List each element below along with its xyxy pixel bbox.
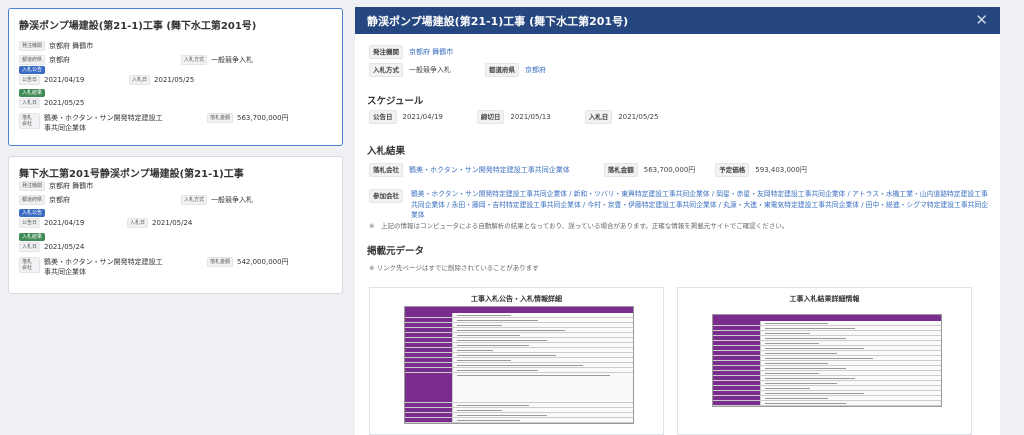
method-tag: 入札方式	[181, 55, 208, 65]
card-title[interactable]: 舞下水工第201号静渓ポンプ場建設(第21-1)工事	[19, 165, 244, 180]
result-badge: 入札結果	[19, 89, 46, 97]
agency-value: 京都府 舞鶴市	[49, 42, 94, 50]
result-badge: 入札結果	[19, 233, 46, 241]
notice-date-tag: 公告日	[19, 218, 41, 228]
agency-link[interactable]: 京都府 舞鶴市	[409, 47, 453, 57]
result-date-value: 2021/05/25	[44, 99, 85, 107]
method-value: 一般競争入札	[211, 196, 254, 204]
result-date-tag: 入札日	[19, 242, 41, 252]
notice-date-value: 2021/04/19	[44, 219, 85, 227]
bid-date-tag: 入札日	[129, 75, 151, 85]
result-card-2[interactable]: 舞下水工第201号静渓ポンプ場建設(第21-1)工事 発注機関 京都府 舞鶴市 都…	[8, 156, 343, 294]
deadline-value: 2021/05/13	[510, 113, 551, 121]
deadline-tag: 締切日	[476, 110, 505, 124]
thumbnail-title: 工事入札結果詳細情報	[789, 295, 860, 303]
winner-link[interactable]: 鶴美・ホクタン・サン開発特定建設工事共同企業体	[409, 165, 570, 175]
participants-links[interactable]: 鶴美・ホクタン・サン開発特定建設工事共同企業体 / 新和・ツバリ・東興特定建設工…	[411, 189, 991, 221]
result-date-tag: 入札日	[19, 98, 41, 108]
bid-date-tag: 入札日	[584, 110, 613, 124]
amount-value: 563,700,000円	[237, 114, 289, 122]
source-heading: 掲載元データ	[367, 246, 425, 257]
method-value: 一般競争入札	[409, 66, 451, 74]
document-preview	[404, 306, 634, 424]
agency-tag: 発注機関	[369, 45, 403, 59]
bid-date-value: 2021/05/25	[618, 113, 659, 121]
source-thumbnail-notice[interactable]: 工事入札公告・入札情報詳細	[369, 287, 664, 435]
notice-badge: 入札公告	[19, 209, 46, 217]
prefecture-tag: 都道府県	[19, 195, 46, 205]
document-preview	[712, 314, 942, 407]
bid-date-tag: 入札日	[127, 218, 149, 228]
method-value: 一般競争入札	[211, 56, 254, 64]
winner-tag: 落札会社	[369, 163, 403, 177]
result-date-value: 2021/05/24	[44, 243, 85, 251]
amount-value: 563,700,000円	[643, 166, 696, 174]
notice-date-tag: 公告日	[369, 110, 397, 124]
result-card-1[interactable]: 静渓ポンプ場建設(第21-1)工事 (舞下水工第201号) 発注機関 京都府 舞鶴…	[8, 8, 343, 146]
method-tag: 入札方式	[181, 195, 208, 205]
detail-title: 静渓ポンプ場建設(第21-1)工事 (舞下水工第201号)	[367, 15, 629, 28]
notice-date-value: 2021/04/19	[402, 113, 443, 121]
winner-value: 鶴美・ホクタン・サン開発特定建設工事共同企業体	[43, 114, 163, 132]
prefecture-tag: 都道府県	[485, 63, 519, 77]
amount-tag: 落札金額	[207, 257, 234, 267]
schedule-heading: スケジュール	[367, 96, 424, 107]
prefecture-tag: 都道府県	[19, 55, 46, 65]
agency-value: 京都府 舞鶴市	[49, 182, 94, 190]
participants-tag: 参加会社	[369, 189, 403, 203]
source-note: ※ リンク先ページはすでに削除されていることがあります	[369, 264, 539, 272]
winner-value: 鶴美・ホクタン・サン開発特定建設工事共同企業体	[43, 258, 163, 276]
bid-date-value: 2021/05/25	[154, 76, 195, 84]
detail-panel: 静渓ポンプ場建設(第21-1)工事 (舞下水工第201号) ✕ 発注機関 京都府…	[355, 7, 1000, 435]
bid-date-value: 2021/05/24	[152, 219, 193, 227]
thumbnail-title: 工事入札公告・入札情報詳細	[471, 295, 562, 303]
amount-value: 542,000,000円	[237, 258, 289, 266]
disclaimer-text: ※ 上記の情報はコンピュータによる自動解析の結果となっており、誤っている場合があ…	[369, 222, 789, 230]
notice-badge: 入札公告	[19, 66, 46, 74]
result-heading: 入札結果	[367, 146, 406, 157]
prefecture-value: 京都府	[49, 196, 71, 204]
amount-tag: 落札金額	[603, 163, 638, 177]
prefecture-link[interactable]: 京都府	[525, 65, 546, 75]
method-tag: 入札方式	[369, 63, 403, 77]
agency-tag: 発注機関	[19, 41, 46, 51]
agency-tag: 発注機関	[19, 181, 46, 191]
notice-date-tag: 公告日	[19, 75, 41, 85]
close-icon[interactable]: ✕	[975, 11, 988, 29]
detail-header: 静渓ポンプ場建設(第21-1)工事 (舞下水工第201号) ✕	[355, 7, 1000, 34]
card-title[interactable]: 静渓ポンプ場建設(第21-1)工事 (舞下水工第201号)	[19, 17, 256, 32]
estimate-value: 593,403,000円	[755, 166, 807, 174]
winner-tag: 落札会社	[19, 113, 40, 129]
estimate-tag: 予定価格	[715, 163, 750, 177]
notice-date-value: 2021/04/19	[44, 76, 85, 84]
winner-tag: 落札会社	[19, 257, 40, 273]
amount-tag: 落札金額	[207, 113, 234, 123]
prefecture-value: 京都府	[49, 56, 71, 64]
source-thumbnail-result[interactable]: 工事入札結果詳細情報	[677, 287, 972, 435]
